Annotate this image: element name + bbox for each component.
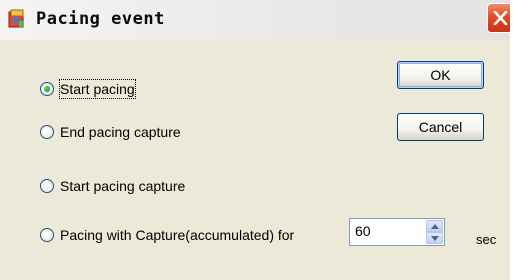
chevron-down-icon [430,235,439,241]
duration-value[interactable]: 60 [355,223,371,239]
radio-pacing-with-capture[interactable]: Pacing with Capture(accumulated) for [40,225,294,245]
chevron-up-icon [430,223,439,229]
stepper-up-button[interactable] [426,220,443,232]
title-bar[interactable]: Pacing event [0,0,516,40]
radio-end-pacing-capture[interactable]: End pacing capture [40,122,181,142]
radio-label: Start pacing [59,79,136,99]
radio-button[interactable] [40,179,54,193]
radio-start-pacing[interactable]: Start pacing [40,79,136,99]
stepper-down-button[interactable] [426,232,443,244]
radio-start-pacing-capture[interactable]: Start pacing capture [40,176,185,196]
stepper-buttons [426,220,443,244]
radio-label: End pacing capture [60,124,181,140]
radio-label: Pacing with Capture(accumulated) for [60,227,295,243]
radio-selected-dot [44,86,50,92]
duration-stepper[interactable]: 60 [349,218,445,246]
radio-label: Start pacing capture [60,178,186,194]
window-title: Pacing event [36,9,165,29]
ok-button[interactable]: OK [397,61,484,89]
radio-button[interactable] [40,228,54,242]
radio-button[interactable] [40,82,54,96]
app-icon [8,9,26,29]
close-icon [493,11,508,25]
duration-unit: sec [476,232,497,247]
window-edge [510,0,516,280]
radio-button[interactable] [40,125,54,139]
pacing-event-dialog: Pacing event Start pacing End pacing cap… [0,0,516,280]
cancel-button[interactable]: Cancel [397,113,484,141]
